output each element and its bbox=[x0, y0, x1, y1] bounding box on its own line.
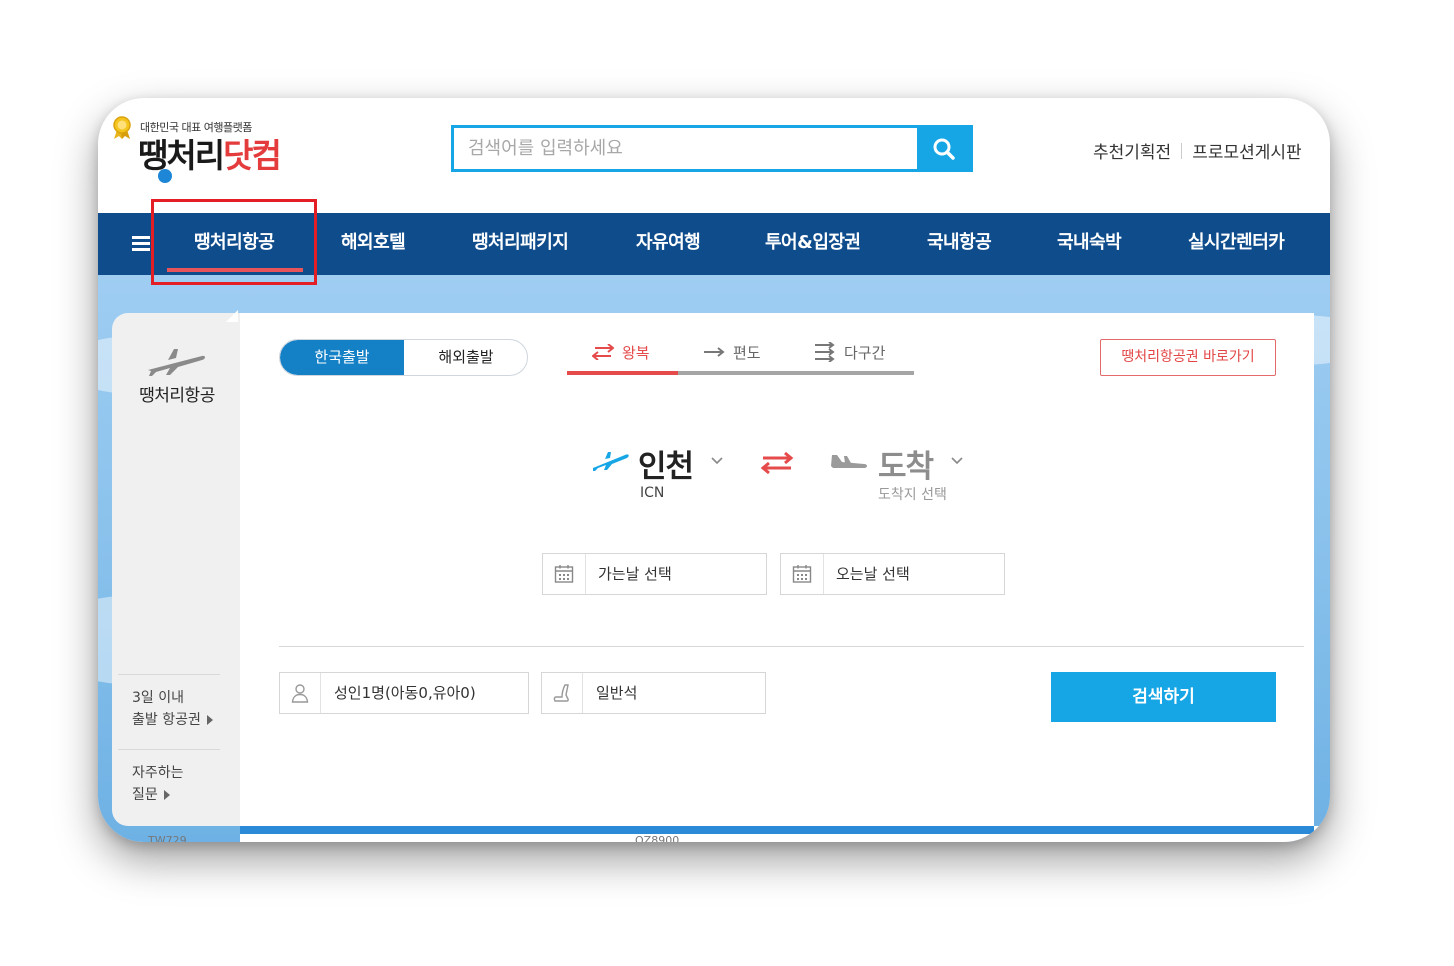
link-3day-flights[interactable]: 3일 이내출발 항공권 bbox=[132, 687, 213, 731]
caret-right-icon bbox=[206, 715, 213, 725]
browser-frame: 대한민국 대표 여행플랫폼 땡처리닷컴 추천기획전 프로모션게시판 땡처리항공 … bbox=[98, 98, 1330, 842]
flight-code-fragment: OZ8900 bbox=[635, 834, 680, 842]
search-button[interactable] bbox=[917, 128, 970, 169]
seat-icon bbox=[542, 673, 583, 713]
chevron-down-icon[interactable] bbox=[710, 454, 724, 468]
tab-korea-departure[interactable]: 한국출발 bbox=[280, 340, 404, 375]
arrival-hint: 도착지 선택 bbox=[878, 487, 947, 503]
side-divider bbox=[118, 674, 220, 675]
caret-right-icon bbox=[163, 790, 170, 800]
trip-tab-indicator bbox=[567, 371, 678, 375]
tab-one-way[interactable]: 편도 bbox=[703, 341, 761, 363]
depart-date-field[interactable]: 가는날 선택 bbox=[542, 553, 767, 595]
nav-item-hotels[interactable]: 해외호텔 bbox=[341, 213, 406, 275]
multi-city-icon bbox=[815, 342, 835, 362]
multi-city-label: 다구간 bbox=[844, 343, 886, 362]
return-date-field[interactable]: 오는날 선택 bbox=[780, 553, 1005, 595]
arrival-plane-icon bbox=[831, 455, 867, 468]
chevron-down-icon[interactable] bbox=[950, 454, 964, 468]
origin-toggle: 한국출발 해외출발 bbox=[279, 339, 528, 376]
calendar-icon bbox=[543, 554, 586, 594]
link-faq-line1: 자주하는 bbox=[132, 765, 184, 781]
swap-route-icon[interactable] bbox=[760, 451, 794, 475]
nav-item-domestic-flights[interactable]: 국내항공 bbox=[927, 213, 992, 275]
airplane-icon bbox=[148, 349, 205, 376]
link-3day-line1: 3일 이내 bbox=[132, 690, 184, 706]
logo-text: 땡처리 bbox=[138, 136, 225, 175]
round-trip-label: 왕복 bbox=[622, 343, 650, 362]
nav-item-domestic-stay[interactable]: 국내숙박 bbox=[1057, 213, 1122, 275]
link-promotion-board[interactable]: 프로모션게시판 bbox=[1192, 138, 1301, 163]
highlight-annotation-box bbox=[151, 199, 317, 285]
form-divider bbox=[279, 646, 1304, 647]
tab-overseas-departure[interactable]: 해외출발 bbox=[405, 340, 527, 375]
logo-dot bbox=[158, 169, 172, 183]
cabin-class-label: 일반석 bbox=[596, 684, 638, 702]
round-trip-icon bbox=[592, 344, 614, 360]
nav-item-tours[interactable]: 투어&입장권 bbox=[765, 213, 861, 275]
departure-code: ICN bbox=[640, 485, 665, 501]
logo-tagline: 대한민국 대표 여행플랫폼 bbox=[140, 121, 252, 134]
departure-city[interactable]: 인천 bbox=[638, 441, 694, 486]
nav-item-packages[interactable]: 땡처리패키지 bbox=[472, 213, 569, 275]
link-separator bbox=[1181, 142, 1183, 159]
search-bar bbox=[451, 125, 973, 172]
side-tab-title[interactable]: 땡처리항공 bbox=[128, 381, 226, 406]
search-flights-button[interactable]: 검색하기 bbox=[1051, 672, 1276, 722]
arrival-city[interactable]: 도착 bbox=[878, 441, 934, 486]
calendar-icon bbox=[781, 554, 824, 594]
one-way-label: 편도 bbox=[733, 343, 761, 362]
tab-round-trip[interactable]: 왕복 bbox=[592, 341, 650, 363]
top-links: 추천기획전 프로모션게시판 bbox=[1093, 138, 1302, 163]
one-way-icon bbox=[704, 347, 725, 357]
link-faq[interactable]: 자주하는질문 bbox=[132, 762, 184, 806]
side-divider bbox=[118, 749, 220, 750]
depart-date-label: 가는날 선택 bbox=[598, 565, 672, 583]
link-recommended[interactable]: 추천기획전 bbox=[1093, 138, 1171, 163]
person-icon bbox=[280, 673, 321, 713]
tab-multi-city[interactable]: 다구간 bbox=[814, 341, 885, 363]
booking-panel bbox=[240, 313, 1314, 826]
flight-code-fragment: TW729 bbox=[148, 834, 187, 842]
award-icon bbox=[113, 116, 131, 139]
nav-item-rentcar[interactable]: 실시간렌터카 bbox=[1188, 213, 1285, 275]
return-date-label: 오는날 선택 bbox=[836, 565, 910, 583]
menu-icon[interactable] bbox=[132, 236, 150, 252]
link-3day-line2: 출발 항공권 bbox=[132, 712, 201, 728]
flight-shortcut-button[interactable]: 땡처리항공권 바로가기 bbox=[1100, 339, 1276, 376]
passenger-field[interactable]: 성인1명(아동0,유아0) bbox=[279, 672, 529, 714]
lower-content-bar bbox=[240, 826, 1314, 834]
search-icon bbox=[933, 138, 955, 160]
search-input[interactable] bbox=[454, 128, 920, 169]
link-faq-line2: 질문 bbox=[132, 787, 158, 803]
passenger-count: 성인1명(아동0,유아0) bbox=[334, 684, 476, 702]
departure-plane-icon bbox=[593, 452, 629, 471]
cabin-class-field[interactable]: 일반석 bbox=[541, 672, 766, 714]
logo-tld: 닷컴 bbox=[223, 136, 282, 175]
tab-pointer bbox=[226, 310, 238, 322]
nav-item-free-travel[interactable]: 자유여행 bbox=[636, 213, 701, 275]
